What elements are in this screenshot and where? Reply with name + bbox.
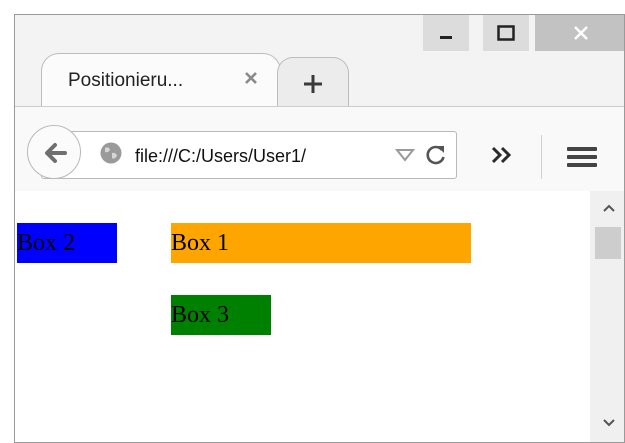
title-bar [15,15,624,51]
box-2: Box 2 [17,223,117,263]
tab-title: Positionieru... [68,70,184,91]
plus-icon [304,75,322,93]
maximize-button[interactable] [483,15,529,51]
navigation-toolbar: file:///C:/Users/User1/ [15,106,624,192]
close-window-button[interactable] [535,15,624,51]
back-button[interactable] [27,125,81,179]
page-content: Box 1 Box 2 Box 3 [15,191,590,442]
close-icon [573,26,588,40]
vertical-scrollbar[interactable] [590,191,624,442]
url-text[interactable]: file:///C:/Users/User1/ [135,146,306,167]
minimize-icon [440,36,452,39]
box-1: Box 1 [171,223,471,263]
browser-chrome: Positionieru... file:///C:/Users/User1/ [15,15,624,192]
minimize-button[interactable] [423,15,469,51]
scroll-thumb[interactable] [595,227,621,259]
dropmarker-icon[interactable] [395,148,415,162]
box-3: Box 3 [171,295,271,335]
chevron-double-right-icon[interactable] [489,145,515,165]
reload-icon[interactable] [425,144,447,166]
back-arrow-icon [45,143,67,163]
globe-icon [100,142,122,164]
new-tab-button[interactable] [277,57,349,107]
tab-close-icon[interactable] [240,67,262,89]
browser-window: Positionieru... file:///C:/Users/User1/ [14,14,625,443]
toolbar-separator [541,135,542,179]
tab-active[interactable]: Positionieru... [41,53,281,107]
hamburger-menu-icon[interactable] [567,146,597,168]
scroll-up-arrow-icon[interactable] [602,203,616,213]
scroll-down-arrow-icon[interactable] [602,418,616,428]
maximize-icon [497,25,515,41]
